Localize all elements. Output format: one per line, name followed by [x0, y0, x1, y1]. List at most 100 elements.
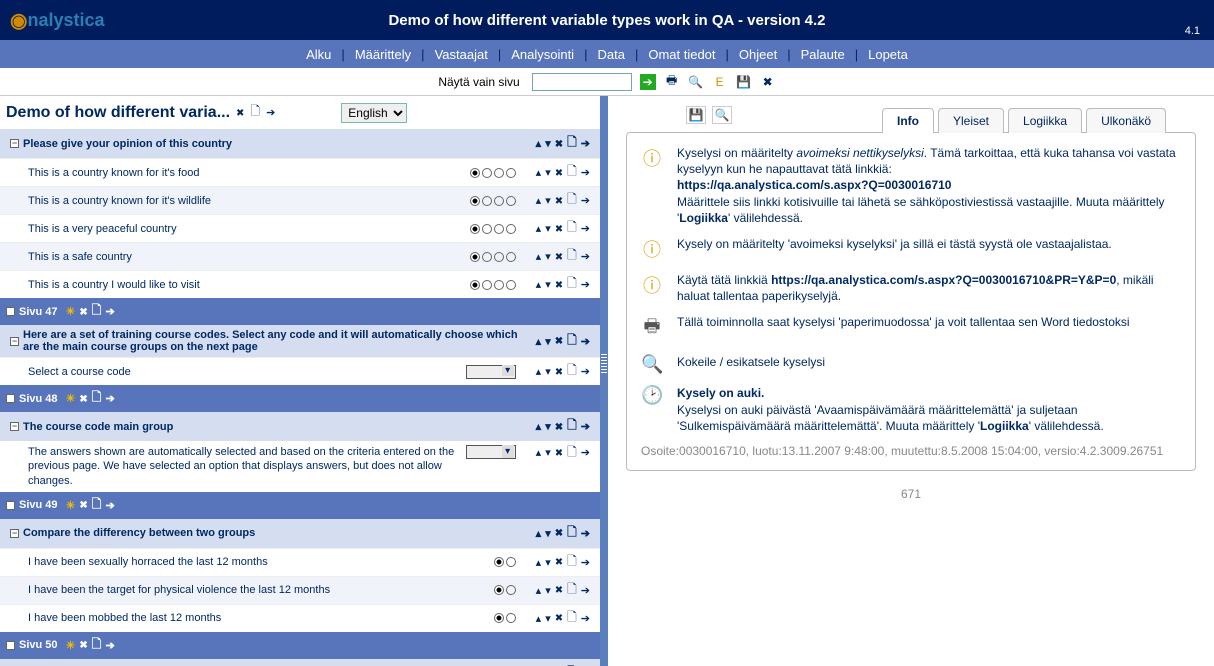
page-go-icon[interactable] [105, 499, 114, 512]
page-sun-icon[interactable]: ☀ [66, 639, 76, 652]
row-up-icon[interactable] [536, 166, 542, 179]
page-copy-icon[interactable] [92, 388, 102, 409]
q-go-icon[interactable] [581, 420, 590, 433]
q-up-icon[interactable] [536, 420, 542, 433]
radio-option[interactable] [482, 224, 492, 234]
question-header[interactable]: Here are a set of training course codes.… [0, 325, 600, 357]
radio-option[interactable] [470, 252, 480, 262]
detail-preview-icon[interactable]: 🔍 [712, 106, 732, 124]
row-up-icon[interactable] [536, 584, 542, 597]
page-delete-icon[interactable] [79, 639, 87, 651]
page-copy-icon[interactable] [92, 301, 102, 322]
collapse-icon[interactable] [10, 337, 19, 346]
nav-data[interactable]: Data [593, 47, 628, 62]
row-copy-icon[interactable] [567, 445, 577, 461]
collapse-icon[interactable] [6, 641, 15, 650]
q-up-icon[interactable] [536, 527, 542, 540]
row-go-icon[interactable] [581, 278, 590, 291]
q-down-icon[interactable] [545, 137, 551, 150]
row-copy-icon[interactable] [567, 580, 577, 601]
page-copy-icon[interactable] [92, 635, 102, 656]
question-header[interactable]: Please give your opinion of this country [0, 129, 600, 158]
page-header[interactable]: Sivu 50 ☀ [0, 632, 600, 659]
row-delete-icon[interactable] [555, 584, 563, 596]
q-copy-icon[interactable] [567, 416, 577, 437]
help-select[interactable] [466, 445, 516, 459]
radio-option[interactable] [470, 196, 480, 206]
row-select[interactable] [466, 365, 516, 379]
row-copy-icon[interactable] [567, 190, 577, 211]
radio-option[interactable] [494, 557, 504, 567]
nav-ohjeet[interactable]: Ohjeet [735, 47, 781, 62]
row-delete-icon[interactable] [555, 366, 563, 378]
row-down-icon[interactable] [545, 365, 551, 378]
row-up-icon[interactable] [536, 222, 542, 235]
radio-option[interactable] [506, 613, 516, 623]
row-down-icon[interactable] [545, 446, 551, 460]
q-copy-icon[interactable] [567, 523, 577, 544]
radio-option[interactable] [494, 613, 504, 623]
radio-option[interactable] [470, 168, 480, 178]
row-delete-icon[interactable] [555, 195, 563, 207]
q-up-icon[interactable] [536, 335, 542, 348]
row-delete-icon[interactable] [555, 556, 563, 568]
q-go-icon[interactable] [581, 527, 590, 540]
question-header[interactable]: An example of four opinion questions, gr… [0, 659, 600, 666]
q-up-icon[interactable] [536, 137, 542, 150]
language-select[interactable]: English [341, 103, 407, 123]
export-icon[interactable]: E [712, 74, 728, 90]
title-delete-icon[interactable] [236, 107, 244, 119]
row-copy-icon[interactable] [567, 608, 577, 629]
row-up-icon[interactable] [536, 612, 542, 625]
go-icon[interactable]: ➔ [640, 74, 656, 90]
page-delete-icon[interactable] [79, 306, 87, 318]
row-delete-icon[interactable] [555, 279, 563, 291]
nav-vastaajat[interactable]: Vastaajat [431, 47, 492, 62]
save-icon[interactable]: 💾 [736, 74, 752, 90]
row-go-icon[interactable] [581, 222, 590, 235]
page-header[interactable]: Sivu 49 ☀ [0, 492, 600, 519]
nav-määrittely[interactable]: Määrittely [351, 47, 415, 62]
q-down-icon[interactable] [545, 420, 551, 433]
row-copy-icon[interactable] [567, 274, 577, 295]
row-delete-icon[interactable] [555, 167, 563, 179]
collapse-icon[interactable] [10, 422, 19, 431]
q-delete-icon[interactable] [555, 421, 563, 433]
nav-analysointi[interactable]: Analysointi [507, 47, 578, 62]
nav-omat tiedot[interactable]: Omat tiedot [644, 47, 719, 62]
radio-option[interactable] [470, 280, 480, 290]
radio-option[interactable] [482, 280, 492, 290]
row-copy-icon[interactable] [567, 552, 577, 573]
collapse-icon[interactable] [6, 394, 15, 403]
q-go-icon[interactable] [581, 137, 590, 150]
nav-alku[interactable]: Alku [302, 47, 335, 62]
info-icon[interactable]: ⓘ [641, 145, 663, 171]
page-sun-icon[interactable]: ☀ [66, 499, 76, 512]
q-copy-icon[interactable] [567, 133, 577, 154]
row-up-icon[interactable] [536, 194, 542, 207]
question-header[interactable]: Compare the differency between two group… [0, 519, 600, 548]
preview-icon[interactable]: 🔍 [641, 354, 663, 375]
page-delete-icon[interactable] [79, 499, 87, 511]
q-delete-icon[interactable] [555, 138, 563, 150]
tab-info[interactable]: Info [882, 108, 934, 133]
radio-option[interactable] [494, 196, 504, 206]
radio-option[interactable] [506, 557, 516, 567]
preview-icon[interactable]: 🔍 [688, 74, 704, 90]
row-up-icon[interactable] [536, 446, 542, 460]
q-down-icon[interactable] [545, 335, 551, 348]
radio-option[interactable] [470, 224, 480, 234]
row-go-icon[interactable] [581, 194, 590, 207]
row-delete-icon[interactable] [555, 223, 563, 235]
question-header[interactable]: The course code main group [0, 412, 600, 441]
row-down-icon[interactable] [545, 278, 551, 291]
page-header[interactable]: Sivu 48 ☀ [0, 385, 600, 412]
radio-option[interactable] [494, 224, 504, 234]
row-down-icon[interactable] [545, 166, 551, 179]
row-delete-icon[interactable] [555, 251, 563, 263]
radio-option[interactable] [506, 224, 516, 234]
collapse-icon[interactable] [10, 529, 19, 538]
row-copy-icon[interactable] [567, 162, 577, 183]
tab-ulkonäkö[interactable]: Ulkonäkö [1086, 108, 1166, 133]
row-go-icon[interactable] [581, 446, 590, 460]
